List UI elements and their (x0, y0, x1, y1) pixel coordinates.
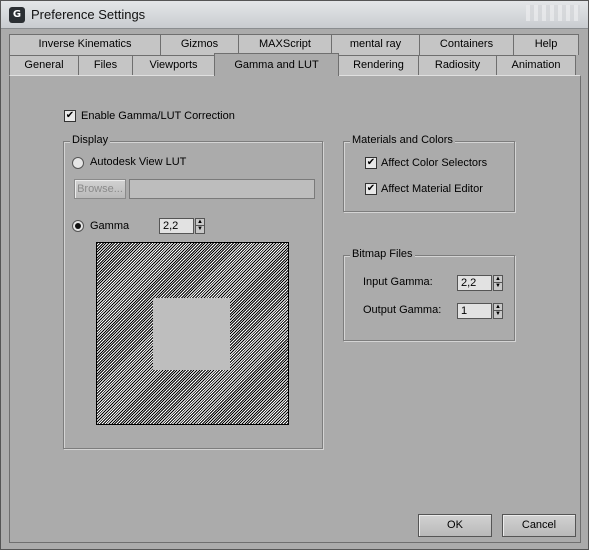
input-gamma-label: Input Gamma: (363, 276, 433, 288)
affect-material-editor-checkbox[interactable]: ✔ (365, 183, 377, 195)
tab-files[interactable]: Files (78, 55, 133, 76)
input-gamma-field[interactable]: 2,2 (457, 275, 492, 291)
materials-colors-group-title: Materials and Colors (350, 134, 455, 146)
window-controls-icon[interactable] (526, 5, 580, 21)
autodesk-view-lut-radio[interactable] (72, 157, 84, 169)
tab-inverse-kinematics[interactable]: Inverse Kinematics (9, 34, 161, 55)
browse-button[interactable]: Browse... (74, 179, 126, 199)
spin-down-icon[interactable]: ▼ (493, 283, 503, 291)
tab-gamma-and-lut[interactable]: Gamma and LUT (214, 53, 339, 76)
tab-animation[interactable]: Animation (496, 55, 576, 76)
display-gamma-spin-buttons: ▲ ▼ (195, 218, 205, 234)
spin-up-icon[interactable]: ▲ (195, 218, 205, 226)
tab-help[interactable]: Help (513, 34, 579, 55)
display-gamma-spinner[interactable]: 2,2 ▲ ▼ (159, 218, 205, 234)
lut-path-field[interactable] (129, 179, 315, 199)
input-gamma-spinner[interactable]: 2,2 ▲ ▼ (457, 275, 503, 291)
spin-up-icon[interactable]: ▲ (493, 275, 503, 283)
enable-gamma-lut-label: Enable Gamma/LUT Correction (81, 110, 235, 122)
materials-colors-group: Materials and Colors (343, 134, 515, 212)
gamma-radio[interactable] (72, 220, 84, 232)
gamma-label: Gamma (90, 220, 130, 232)
title-bar[interactable]: G Preference Settings (1, 1, 588, 29)
tab-viewports[interactable]: Viewports (132, 55, 215, 76)
spin-down-icon[interactable]: ▼ (195, 226, 205, 234)
app-logo-icon: G (9, 7, 25, 23)
bitmap-files-group: Bitmap Files (343, 248, 515, 341)
tab-rendering[interactable]: Rendering (338, 55, 419, 76)
autodesk-view-lut-label: Autodesk View LUT (90, 156, 187, 168)
enable-gamma-lut-checkbox[interactable]: ✔ (64, 110, 76, 122)
affect-color-selectors-checkbox[interactable]: ✔ (365, 157, 377, 169)
bitmap-files-group-title: Bitmap Files (350, 248, 415, 260)
tab-general[interactable]: General (9, 55, 79, 76)
display-gamma-field[interactable]: 2,2 (159, 218, 194, 234)
tab-maxscript[interactable]: MAXScript (238, 34, 332, 55)
output-gamma-spinner[interactable]: 1 ▲ ▼ (457, 303, 503, 319)
tab-row-top: Inverse Kinematics Gizmos MAXScript ment… (9, 34, 579, 55)
gamma-lut-panel: ✔ Enable Gamma/LUT Correction Display Au… (9, 75, 581, 543)
output-gamma-spin-buttons: ▲ ▼ (493, 303, 503, 319)
tab-radiosity[interactable]: Radiosity (418, 55, 497, 76)
output-gamma-field[interactable]: 1 (457, 303, 492, 319)
preference-settings-window: G Preference Settings Inverse Kinematics… (0, 0, 589, 550)
spin-up-icon[interactable]: ▲ (493, 303, 503, 311)
cancel-button[interactable]: Cancel (502, 514, 576, 537)
affect-material-editor-label: Affect Material Editor (381, 183, 483, 195)
display-group-title: Display (70, 134, 111, 146)
ok-button[interactable]: OK (418, 514, 492, 537)
tab-gizmos[interactable]: Gizmos (160, 34, 239, 55)
tab-containers[interactable]: Containers (419, 34, 514, 55)
affect-color-selectors-label: Affect Color Selectors (381, 157, 488, 169)
gamma-preview-pattern (96, 242, 289, 425)
gamma-preview-center (153, 298, 230, 370)
tab-row-bottom: General Files Viewports Gamma and LUT Re… (9, 53, 576, 76)
spin-down-icon[interactable]: ▼ (493, 311, 503, 319)
output-gamma-label: Output Gamma: (363, 304, 442, 316)
input-gamma-spin-buttons: ▲ ▼ (493, 275, 503, 291)
window-title: Preference Settings (31, 7, 146, 22)
tab-mental-ray[interactable]: mental ray (331, 34, 420, 55)
